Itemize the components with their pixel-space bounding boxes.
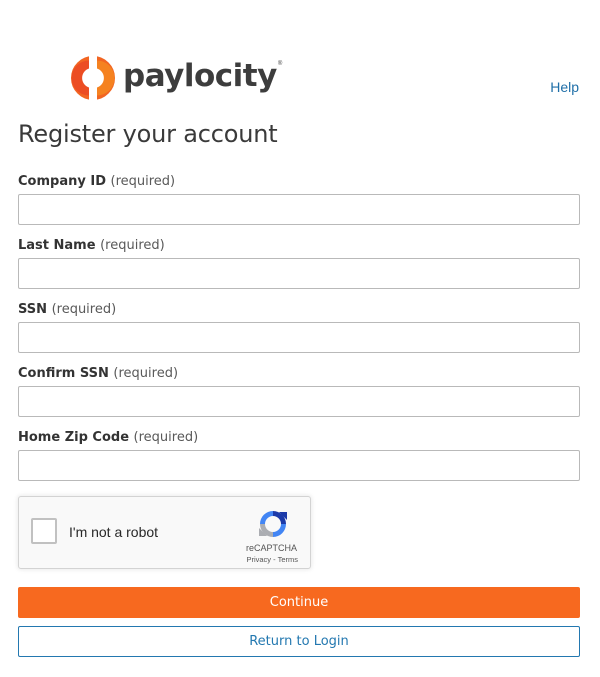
paylocity-wordmark: paylocity xyxy=(123,58,277,94)
last-name-label: Last Name (required) xyxy=(18,237,580,255)
recaptcha-label: I'm not a robot xyxy=(69,524,159,540)
continue-button[interactable]: Continue xyxy=(18,587,580,618)
required-indicator: (required) xyxy=(100,238,165,253)
recaptcha-terms-link[interactable]: Terms xyxy=(278,555,298,564)
ssn-input[interactable] xyxy=(18,322,580,353)
recaptcha-links: Privacy - Terms xyxy=(246,555,298,564)
register-page: paylocity ® Help Register your account C… xyxy=(0,0,600,677)
help-link[interactable]: Help xyxy=(550,79,579,95)
required-indicator: (required) xyxy=(51,302,117,317)
last-name-input[interactable] xyxy=(18,258,580,289)
company-id-input[interactable] xyxy=(18,194,580,225)
recaptcha-checkbox[interactable] xyxy=(31,518,57,544)
trademark-symbol: ® xyxy=(277,61,283,67)
company-id-field: Company ID (required) xyxy=(18,173,580,225)
return-to-login-button[interactable]: Return to Login xyxy=(18,626,580,657)
home-zip-code-input[interactable] xyxy=(18,450,580,481)
confirm-ssn-field: Confirm SSN (required) xyxy=(18,365,580,417)
ssn-label: SSN (required) xyxy=(18,301,580,319)
confirm-ssn-label-text: Confirm SSN xyxy=(18,366,109,381)
home-zip-code-field: Home Zip Code (required) xyxy=(18,429,580,481)
recaptcha-brand: reCAPTCHA xyxy=(245,543,297,553)
confirm-ssn-input[interactable] xyxy=(18,386,580,417)
page-title: Register your account xyxy=(18,120,278,148)
recaptcha-icon xyxy=(259,511,287,537)
paylocity-logo: paylocity ® xyxy=(70,54,282,102)
required-indicator: (required) xyxy=(110,174,176,189)
ssn-field: SSN (required) xyxy=(18,301,580,353)
home-zip-code-label: Home Zip Code (required) xyxy=(18,429,580,447)
recaptcha-privacy-link[interactable]: Privacy xyxy=(246,555,271,564)
ssn-label-text: SSN xyxy=(18,302,48,317)
company-id-label-text: Company ID xyxy=(18,174,106,189)
home-zip-code-label-text: Home Zip Code xyxy=(18,430,130,445)
required-indicator: (required) xyxy=(133,430,199,445)
last-name-field: Last Name (required) xyxy=(18,237,580,289)
paylocity-logo-icon xyxy=(71,55,115,101)
recaptcha-widget: I'm not a robot reCAPTCHA Privacy - Term… xyxy=(18,496,311,569)
confirm-ssn-label: Confirm SSN (required) xyxy=(18,365,580,383)
company-id-label: Company ID (required) xyxy=(18,173,580,191)
last-name-label-text: Last Name xyxy=(18,238,96,253)
required-indicator: (required) xyxy=(113,366,179,381)
